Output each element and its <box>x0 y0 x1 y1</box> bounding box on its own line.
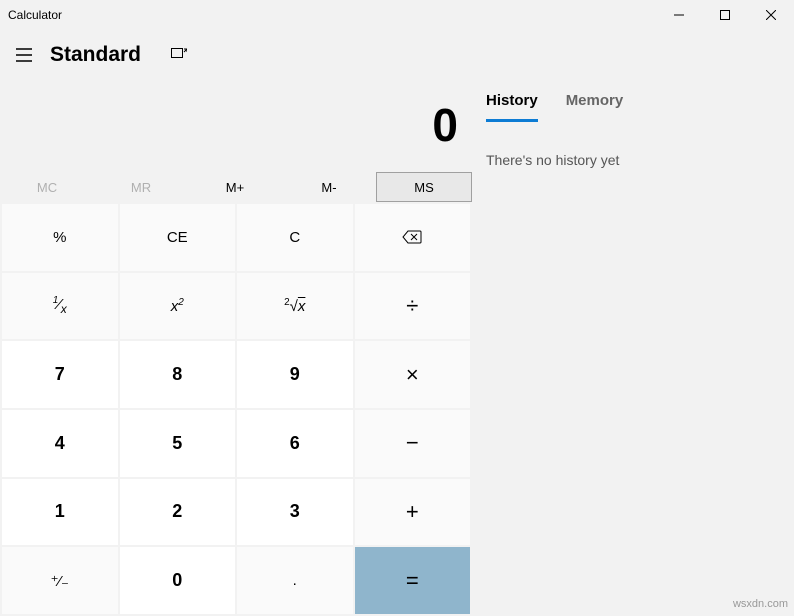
clear-button[interactable]: C <box>237 204 353 271</box>
watermark: wsxdn.com <box>733 598 788 610</box>
display: 0 <box>0 102 472 156</box>
digit-1-button[interactable]: 1 <box>2 479 118 546</box>
minimize-icon <box>674 10 684 20</box>
memory-store-button[interactable]: MS <box>376 172 472 202</box>
maximize-button[interactable] <box>702 0 748 30</box>
square-button[interactable]: x2 <box>120 273 236 340</box>
digit-0-button[interactable]: 0 <box>120 547 236 614</box>
keep-on-top-icon <box>171 48 187 62</box>
multiply-button[interactable]: × <box>355 341 471 408</box>
reciprocal-button[interactable]: 1⁄x <box>2 273 118 340</box>
minimize-button[interactable] <box>656 0 702 30</box>
minus-button[interactable]: − <box>355 410 471 477</box>
close-icon <box>766 10 776 20</box>
tab-history[interactable]: History <box>486 86 538 122</box>
decimal-button[interactable]: . <box>237 547 353 614</box>
memory-recall-button[interactable]: MR <box>94 172 188 202</box>
percent-button[interactable]: % <box>2 204 118 271</box>
close-button[interactable] <box>748 0 794 30</box>
memory-row: MC MR M+ M- MS <box>0 172 472 202</box>
digit-2-button[interactable]: 2 <box>120 479 236 546</box>
main: 0 MC MR M+ M- MS % CE C 1⁄x x2 2√x ÷ 7 8… <box>0 80 794 616</box>
mode-title: Standard <box>50 43 141 67</box>
digit-4-button[interactable]: 4 <box>2 410 118 477</box>
clear-entry-button[interactable]: CE <box>120 204 236 271</box>
maximize-icon <box>720 10 730 20</box>
tab-memory[interactable]: Memory <box>566 86 624 122</box>
history-empty-message: There's no history yet <box>486 152 780 168</box>
memory-plus-button[interactable]: M+ <box>188 172 282 202</box>
hamburger-icon <box>16 48 32 62</box>
header: Standard <box>0 30 794 80</box>
memory-clear-button[interactable]: MC <box>0 172 94 202</box>
backspace-icon <box>402 230 422 244</box>
digit-5-button[interactable]: 5 <box>120 410 236 477</box>
digit-9-button[interactable]: 9 <box>237 341 353 408</box>
digit-3-button[interactable]: 3 <box>237 479 353 546</box>
square-label: x2 <box>171 297 184 315</box>
plus-button[interactable]: + <box>355 479 471 546</box>
history-panel: History Memory There's no history yet <box>472 80 794 616</box>
sqrt-button[interactable]: 2√x <box>237 273 353 340</box>
app-title: Calculator <box>8 8 62 22</box>
history-tabs: History Memory <box>486 80 780 122</box>
backspace-button[interactable] <box>355 204 471 271</box>
digit-8-button[interactable]: 8 <box>120 341 236 408</box>
digit-6-button[interactable]: 6 <box>237 410 353 477</box>
keypad: % CE C 1⁄x x2 2√x ÷ 7 8 9 × 4 5 6 − 1 2 … <box>0 202 472 616</box>
window-controls <box>656 0 794 30</box>
sign-button[interactable]: ⁺⁄₋ <box>2 547 118 614</box>
calculator-panel: 0 MC MR M+ M- MS % CE C 1⁄x x2 2√x ÷ 7 8… <box>0 80 472 616</box>
menu-button[interactable] <box>4 35 44 75</box>
divide-button[interactable]: ÷ <box>355 273 471 340</box>
sqrt-label: 2√x <box>284 297 305 315</box>
equals-button[interactable]: = <box>355 547 471 614</box>
digit-7-button[interactable]: 7 <box>2 341 118 408</box>
titlebar: Calculator <box>0 0 794 30</box>
keep-on-top-button[interactable] <box>159 35 199 75</box>
reciprocal-label: 1⁄x <box>53 295 67 316</box>
memory-minus-button[interactable]: M- <box>282 172 376 202</box>
